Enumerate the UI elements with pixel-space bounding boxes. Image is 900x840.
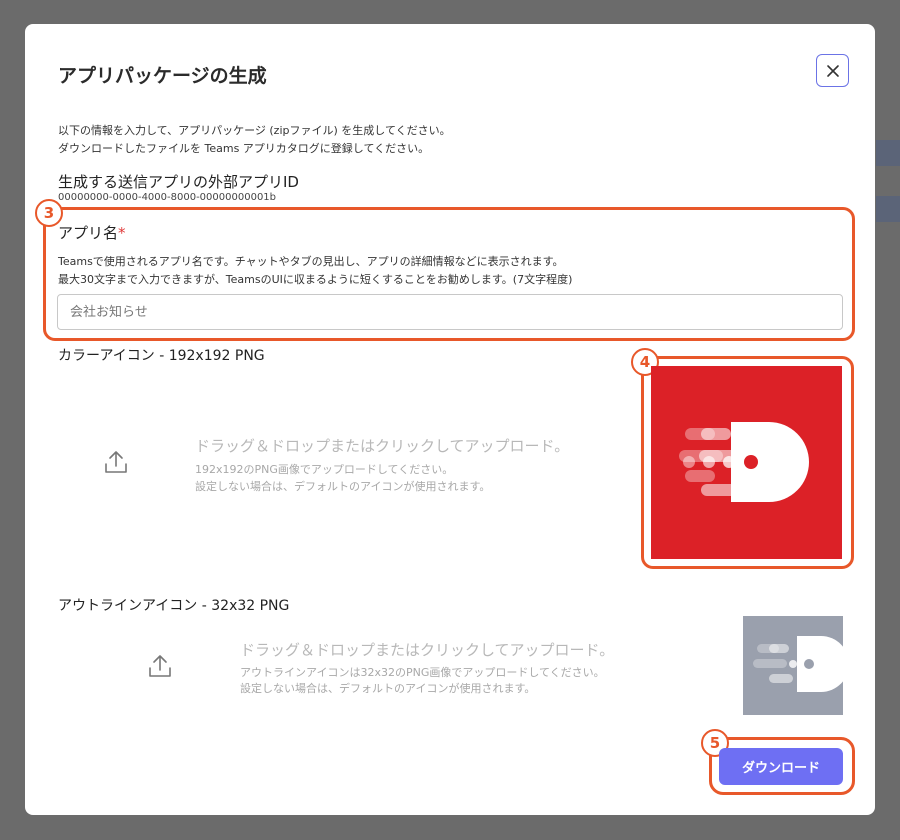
app-logo-icon xyxy=(679,422,809,502)
app-name-input[interactable] xyxy=(57,294,843,330)
modal-title: アプリパッケージの生成 xyxy=(58,65,267,87)
color-icon-upload-text: ドラッグ＆ドロップまたはクリックしてアップロード。 xyxy=(195,437,570,455)
outline-icon-upload-hint-2: 設定しない場合は、デフォルトのアイコンが使用されます。 xyxy=(240,682,536,695)
app-package-modal: アプリパッケージの生成 以下の情報を入力して、アプリパッケージ (zipファイル… xyxy=(25,24,875,815)
external-id-label: 生成する送信アプリの外部アプリID xyxy=(58,173,299,191)
color-icon-upload-area[interactable]: ドラッグ＆ドロップまたはクリックしてアップロード。 192x192のPNG画像で… xyxy=(58,369,628,564)
outline-icon-label: アウトラインアイコン - 32x32 PNG xyxy=(58,598,290,614)
outline-icon-upload-hint-1: アウトラインアイコンは32x32のPNG画像でアップロードしてください。 xyxy=(240,666,605,679)
modal-description-line-2: ダウンロードしたファイルを Teams アプリカタログに登録してください。 xyxy=(58,142,430,155)
upload-icon xyxy=(149,655,171,677)
required-mark: * xyxy=(118,224,126,242)
outline-icon-upload-text: ドラッグ＆ドロップまたはクリックしてアップロード。 xyxy=(240,641,615,659)
background-strip xyxy=(876,140,900,166)
color-icon-upload-hint-2: 設定しない場合は、デフォルトのアイコンが使用されます。 xyxy=(195,480,491,493)
color-icon-label: カラーアイコン - 192x192 PNG xyxy=(58,348,265,364)
upload-icon xyxy=(105,451,127,473)
background-strip xyxy=(876,196,900,222)
app-name-label-text: アプリ名 xyxy=(58,224,119,242)
close-button[interactable] xyxy=(816,54,849,87)
download-button[interactable]: ダウンロード xyxy=(719,748,843,785)
external-id-value: 00000000-0000-4000-8000-00000000001b xyxy=(58,192,277,203)
app-name-label: アプリ名* xyxy=(58,222,126,243)
close-icon xyxy=(826,64,839,77)
color-icon-preview xyxy=(651,366,842,559)
modal-description-line-1: 以下の情報を入力して、アプリパッケージ (zipファイル) を生成してください。 xyxy=(58,124,451,137)
app-name-help-line-1: Teamsで使用されるアプリ名です。チャットやタブの見出し、アプリの詳細情報など… xyxy=(58,255,564,268)
outline-icon-preview xyxy=(743,616,849,715)
outline-icon-upload-area[interactable]: ドラッグ＆ドロップまたはクリックしてアップロード。 アウトラインアイコンは32x… xyxy=(58,616,728,726)
app-name-help-line-2: 最大30文字まで入力できますが、TeamsのUIに収まるように短くすることをお勧… xyxy=(58,273,573,286)
app-logo-outline-icon xyxy=(753,636,849,692)
color-icon-upload-hint-1: 192x192のPNG画像でアップロードしてください。 xyxy=(195,463,454,476)
